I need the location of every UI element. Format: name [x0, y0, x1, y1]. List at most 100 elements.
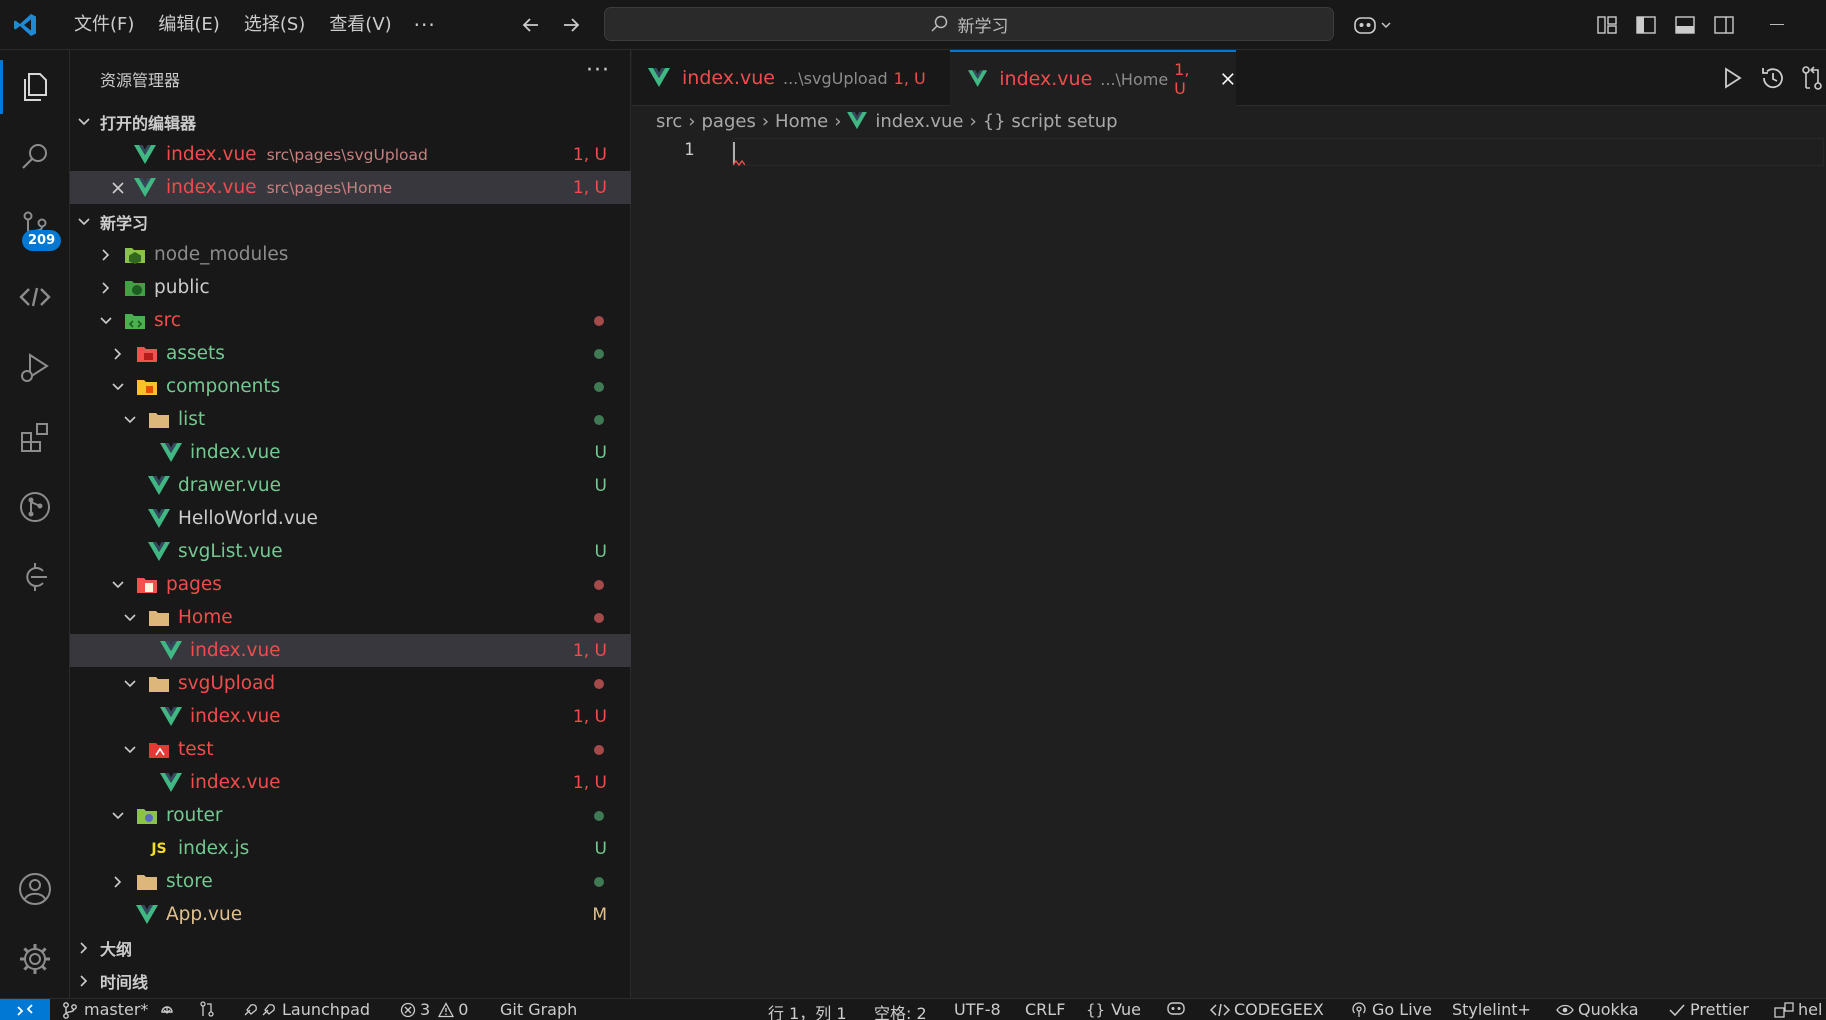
menu-more-button[interactable]: ··· — [404, 13, 446, 37]
tree-folder-router[interactable]: router — [70, 799, 631, 832]
tree-file-list-index-vue[interactable]: index.vue U — [70, 436, 631, 469]
explorer-icon[interactable] — [0, 52, 70, 122]
tree-label: index.vue — [190, 772, 281, 793]
timeline-section-header[interactable]: 时间线 — [70, 964, 631, 997]
branch-status[interactable]: master* — [62, 1000, 148, 1019]
menu-selection[interactable]: 选择(S) — [232, 0, 317, 50]
tree-folder-pages[interactable]: pages — [70, 568, 631, 601]
toggle-primary-sidebar-icon[interactable] — [1633, 12, 1659, 38]
compare-changes-icon[interactable] — [1798, 64, 1826, 92]
stylelint-status[interactable]: Stylelint+ — [1452, 1000, 1531, 1019]
layout-status[interactable]: hel — [1774, 1000, 1822, 1019]
chevron-down-icon — [124, 613, 136, 621]
source-control-icon[interactable] — [0, 192, 70, 262]
settings-gear-icon[interactable] — [0, 924, 70, 994]
breadcrumb-pages[interactable]: pages — [701, 111, 755, 132]
close-tab-icon[interactable] — [1220, 70, 1236, 88]
codegeex-status[interactable]: CODEGEEX — [1210, 1000, 1324, 1019]
extensions-icon[interactable] — [0, 402, 70, 472]
go-live-status[interactable]: Go Live — [1350, 1000, 1432, 1019]
breadcrumb-file[interactable]: index.vue — [875, 111, 963, 132]
src-folder-icon — [124, 310, 146, 332]
code-editor[interactable]: 1 — [632, 136, 1826, 998]
vue-file-icon — [148, 475, 170, 497]
forward-arrow-icon[interactable] — [558, 12, 584, 38]
file-status: U — [594, 442, 607, 463]
back-arrow-icon[interactable] — [518, 12, 544, 38]
breadcrumb-home[interactable]: Home — [775, 111, 828, 132]
source-control-badge: 209 — [22, 230, 62, 251]
tree-folder-public[interactable]: public — [70, 271, 631, 304]
vue-file-icon — [134, 177, 156, 199]
encoding-status[interactable]: UTF-8 — [954, 1000, 1001, 1019]
tab-home-index-vue[interactable]: index.vue ...\Home 1, U — [950, 50, 1236, 106]
launchpad-status[interactable]: Launchpad — [242, 1000, 370, 1019]
language-mode-status[interactable]: {} Vue — [1086, 1000, 1141, 1019]
git-branch-icon — [63, 1001, 77, 1019]
accounts-icon[interactable] — [0, 854, 70, 924]
open-editors-header[interactable]: 打开的编辑器 — [70, 105, 631, 138]
codegeex-icon[interactable] — [0, 262, 70, 332]
chevron-down-icon — [112, 382, 124, 390]
status-dot — [594, 315, 604, 326]
breadcrumb-symbol[interactable]: {} script setup — [983, 111, 1118, 132]
close-icon[interactable] — [110, 180, 126, 196]
tree-file-drawer-vue[interactable]: drawer.vue U — [70, 469, 631, 502]
tree-folder-src[interactable]: src — [70, 304, 631, 337]
tree-folder-home[interactable]: Home — [70, 601, 631, 634]
tree-folder-store[interactable]: store — [70, 865, 631, 898]
indentation-status[interactable]: 空格: 2 — [874, 1000, 927, 1020]
cursor-position[interactable]: 行 1，列 1 — [768, 1000, 847, 1020]
assets-folder-icon — [136, 343, 158, 365]
tree-file-helloworld-vue[interactable]: HelloWorld.vue — [70, 502, 631, 535]
sync-icon[interactable] — [158, 1000, 176, 1016]
tree-folder-components[interactable]: components — [70, 370, 631, 403]
tree-folder-list[interactable]: list — [70, 403, 631, 436]
tree-folder-svgupload[interactable]: svgUpload — [70, 667, 631, 700]
tab-description: ...\svgUpload — [783, 68, 888, 88]
tree-folder-assets[interactable]: assets — [70, 337, 631, 370]
copilot-icon[interactable] — [1352, 12, 1398, 38]
tree-label: index.vue — [190, 706, 281, 727]
tree-folder-node-modules[interactable]: node_modules — [70, 238, 631, 271]
toggle-panel-icon[interactable] — [1672, 12, 1698, 38]
workspace-header[interactable]: 新学习 — [70, 205, 631, 238]
minimize-window-button[interactable] — [1770, 24, 1784, 25]
toggle-secondary-sidebar-icon[interactable] — [1711, 12, 1737, 38]
tree-folder-test[interactable]: test — [70, 733, 631, 766]
outline-section-header[interactable]: 大纲 — [70, 931, 631, 964]
tree-file-test-index-vue[interactable]: index.vue 1, U — [70, 766, 631, 799]
run-icon[interactable] — [1718, 64, 1746, 92]
menu-file[interactable]: 文件(F) — [62, 0, 146, 50]
customize-layout-icon[interactable] — [1594, 12, 1620, 38]
tree-label: src — [154, 310, 182, 331]
tree-file-svgupload-index-vue[interactable]: index.vue 1, U — [70, 700, 631, 733]
sidebar-more-button[interactable]: ··· — [586, 58, 610, 83]
search-icon[interactable] — [0, 122, 70, 192]
git-graph-icon[interactable] — [0, 472, 70, 542]
remote-indicator-icon[interactable] — [0, 999, 50, 1020]
problems-status[interactable]: 3 0 — [400, 1000, 468, 1019]
open-editor-item[interactable]: index.vue src\pages\svgUpload 1, U — [70, 138, 631, 171]
open-editor-item-active[interactable]: index.vue src\pages\Home 1, U — [70, 171, 631, 204]
tree-file-svglist-vue[interactable]: svgList.vue U — [70, 535, 631, 568]
chevron-down-icon — [124, 745, 136, 753]
prettier-status[interactable]: Prettier — [1668, 1000, 1749, 1019]
tab-status: 1, U — [893, 68, 926, 88]
menu-view[interactable]: 查看(V) — [317, 0, 403, 50]
git-graph-status[interactable]: Git Graph — [500, 1000, 577, 1019]
eol-status[interactable]: CRLF — [1025, 1000, 1065, 1019]
breadcrumb-src[interactable]: src — [656, 111, 682, 132]
run-debug-icon[interactable] — [0, 332, 70, 402]
tree-file-app-vue[interactable]: App.vue M — [70, 898, 631, 931]
timeline-icon[interactable] — [0, 542, 70, 612]
history-icon[interactable] — [1758, 64, 1786, 92]
copilot-status-icon[interactable] — [1166, 1000, 1186, 1016]
menu-edit[interactable]: 编辑(E) — [146, 0, 231, 50]
tree-file-home-index-vue[interactable]: index.vue 1, U — [70, 634, 631, 667]
tab-svgupload-index-vue[interactable]: index.vue ...\svgUpload 1, U — [632, 50, 950, 106]
tree-file-index-js[interactable]: JS index.js U — [70, 832, 631, 865]
git-compare-icon[interactable] — [198, 1000, 216, 1018]
quokka-status[interactable]: Quokka — [1556, 1000, 1639, 1019]
command-center-search[interactable]: 新学习 — [604, 7, 1334, 41]
